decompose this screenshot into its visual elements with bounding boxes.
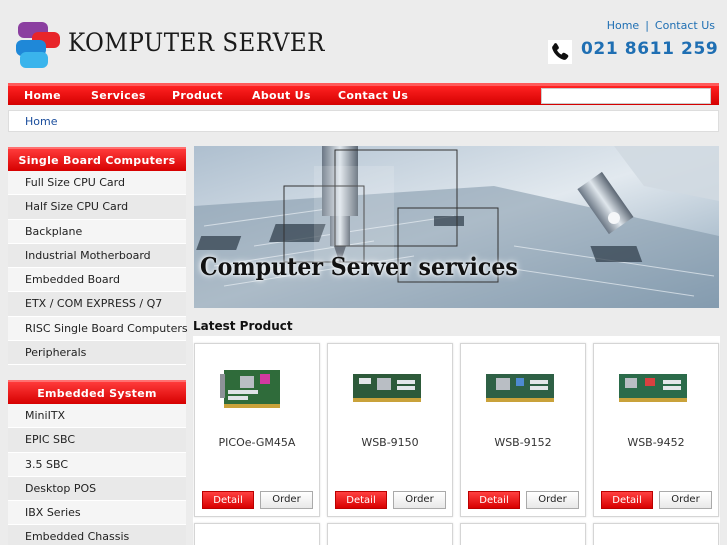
sidebar-item-half-size-cpu-card[interactable]: Half Size CPU Card <box>8 195 186 220</box>
product-card[interactable]: WSB-9152 Detail Order <box>460 343 586 517</box>
product-name[interactable]: WSB-9452 <box>594 436 718 449</box>
sidebar-item-embedded-board[interactable]: Embedded Board <box>8 268 186 293</box>
main-nav: Home Services Product About Us Contact U… <box>8 83 719 105</box>
sidebar-item-risc-single-board-computers[interactable]: RISC Single Board Computers <box>8 316 188 342</box>
order-button[interactable]: Order <box>393 491 446 509</box>
latest-product-title: Latest Product <box>193 319 293 333</box>
phone-number[interactable]: 021 8611 259 <box>581 39 718 59</box>
top-link-contact[interactable]: Contact Us <box>655 19 715 32</box>
sidebar-item-etx-com-express-q7[interactable]: ETX / COM EXPRESS / Q7 <box>8 292 186 317</box>
sidebar-item-embedded-chassis[interactable]: Embedded Chassis <box>8 525 186 545</box>
detail-button[interactable]: Detail <box>468 491 520 509</box>
category-list-embedded-system: MiniITX EPIC SBC 3.5 SBC Desktop POS IBX… <box>8 404 186 545</box>
product-name[interactable]: WSB-9150 <box>328 436 452 449</box>
nav-home[interactable]: Home <box>24 89 61 102</box>
category-header-embedded-system[interactable]: Embedded System <box>8 380 186 404</box>
product-card[interactable] <box>327 523 453 545</box>
order-button[interactable]: Order <box>260 491 313 509</box>
sidebar-item-full-size-cpu-card[interactable]: Full Size CPU Card <box>8 171 186 196</box>
nav-services[interactable]: Services <box>91 89 146 102</box>
product-grid: PICOe-GM45A Detail Order WSB-9150 Detail… <box>193 336 720 545</box>
order-button[interactable]: Order <box>526 491 579 509</box>
product-image[interactable] <box>619 366 687 414</box>
nav-about-us[interactable]: About Us <box>252 89 311 102</box>
search-input[interactable] <box>541 88 711 104</box>
sidebar-item-epic-sbc[interactable]: EPIC SBC <box>8 428 186 453</box>
product-card[interactable]: PICOe-GM45A Detail Order <box>194 343 320 517</box>
hero-banner: Computer Server services <box>194 146 719 308</box>
product-image[interactable] <box>220 366 288 414</box>
sidebar-item-peripherals[interactable]: Peripherals <box>8 341 186 366</box>
detail-button[interactable]: Detail <box>335 491 387 509</box>
phone-icon <box>548 40 572 64</box>
category-list-single-board-computers: Full Size CPU Card Half Size CPU Card Ba… <box>8 171 188 366</box>
sidebar-item-desktop-pos[interactable]: Desktop POS <box>8 476 186 502</box>
product-image[interactable] <box>353 366 421 414</box>
breadcrumb: Home <box>8 110 719 132</box>
sidebar-item-miniitx[interactable]: MiniITX <box>8 404 186 429</box>
product-card[interactable] <box>194 523 320 545</box>
top-links-separator: | <box>645 19 649 32</box>
banner-title: Computer Server services <box>200 252 518 281</box>
order-button[interactable]: Order <box>659 491 712 509</box>
product-name[interactable]: WSB-9152 <box>461 436 585 449</box>
product-card[interactable] <box>593 523 719 545</box>
product-name[interactable]: PICOe-GM45A <box>195 436 319 449</box>
nav-product[interactable]: Product <box>172 89 223 102</box>
sidebar-item-backplane[interactable]: Backplane <box>8 219 186 244</box>
sidebar-item-ibx-series[interactable]: IBX Series <box>8 501 186 526</box>
breadcrumb-home[interactable]: Home <box>25 115 57 128</box>
brand-name[interactable]: KOMPUTER SERVER <box>68 28 325 57</box>
logo-icon[interactable] <box>14 20 62 70</box>
sidebar-item-industrial-motherboard[interactable]: Industrial Motherboard <box>8 243 186 269</box>
product-card[interactable] <box>460 523 586 545</box>
detail-button[interactable]: Detail <box>601 491 653 509</box>
sidebar-item-3-5-sbc[interactable]: 3.5 SBC <box>8 452 186 477</box>
site-header: KOMPUTER SERVER Home | Contact Us 021 8611… <box>0 0 727 82</box>
category-header-single-board-computers[interactable]: Single Board Computers <box>8 147 186 171</box>
banner-illustration <box>194 146 719 308</box>
nav-contact-us[interactable]: Contact Us <box>338 89 408 102</box>
product-card[interactable]: WSB-9452 Detail Order <box>593 343 719 517</box>
top-link-home[interactable]: Home <box>607 19 639 32</box>
top-links: Home | Contact Us <box>607 19 715 32</box>
detail-button[interactable]: Detail <box>202 491 254 509</box>
product-card[interactable]: WSB-9150 Detail Order <box>327 343 453 517</box>
product-image[interactable] <box>486 366 554 414</box>
